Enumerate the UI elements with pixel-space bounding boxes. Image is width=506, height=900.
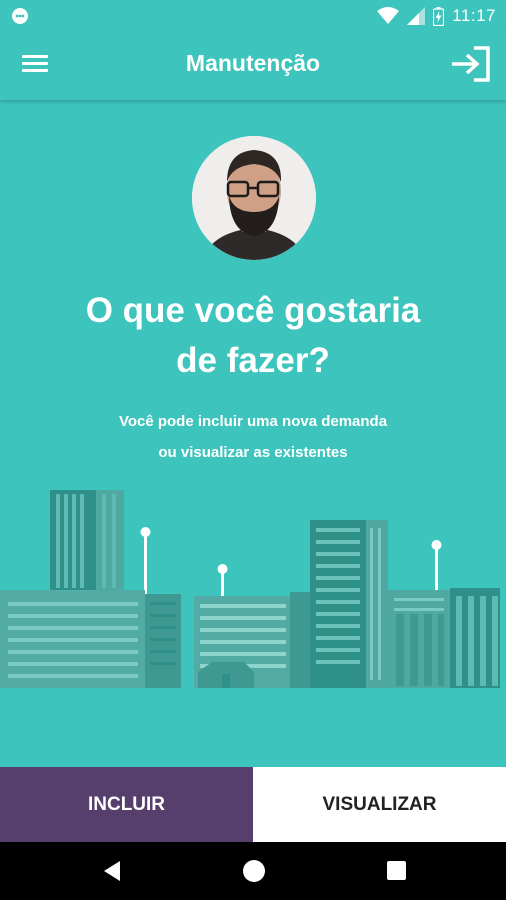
wifi-icon (377, 7, 400, 24)
subtitle-line-2: ou visualizar as existentes (158, 444, 348, 461)
back-icon[interactable] (101, 860, 123, 882)
battery-icon (433, 6, 445, 26)
headline-line-2: de fazer? (176, 341, 330, 380)
system-nav-bar (0, 842, 506, 900)
headline: O que você gostaria de fazer? (0, 286, 506, 386)
recents-icon[interactable] (387, 861, 406, 880)
subtitle-line-1: Você pode incluir uma nova demanda (118, 413, 388, 430)
notification-icon (12, 8, 28, 24)
status-bar: 11:17 (0, 0, 506, 32)
logout-icon[interactable] (450, 44, 494, 84)
app-bar: Manutenção (0, 32, 506, 100)
action-buttons: INCLUIR VISUALIZAR (0, 767, 506, 842)
headline-line-1: O que você gostaria (85, 291, 421, 330)
city-skyline-illustration (0, 490, 500, 688)
page-title: Manutenção (185, 50, 321, 76)
incluir-button[interactable]: INCLUIR (0, 767, 253, 842)
avatar (192, 136, 316, 260)
subtitle: Você pode incluir uma nova demanda ou vi… (0, 406, 506, 468)
visualizar-button[interactable]: VISUALIZAR (253, 767, 506, 842)
status-time: 11:17 (452, 6, 496, 25)
home-icon[interactable] (243, 860, 265, 882)
signal-icon (407, 7, 426, 25)
